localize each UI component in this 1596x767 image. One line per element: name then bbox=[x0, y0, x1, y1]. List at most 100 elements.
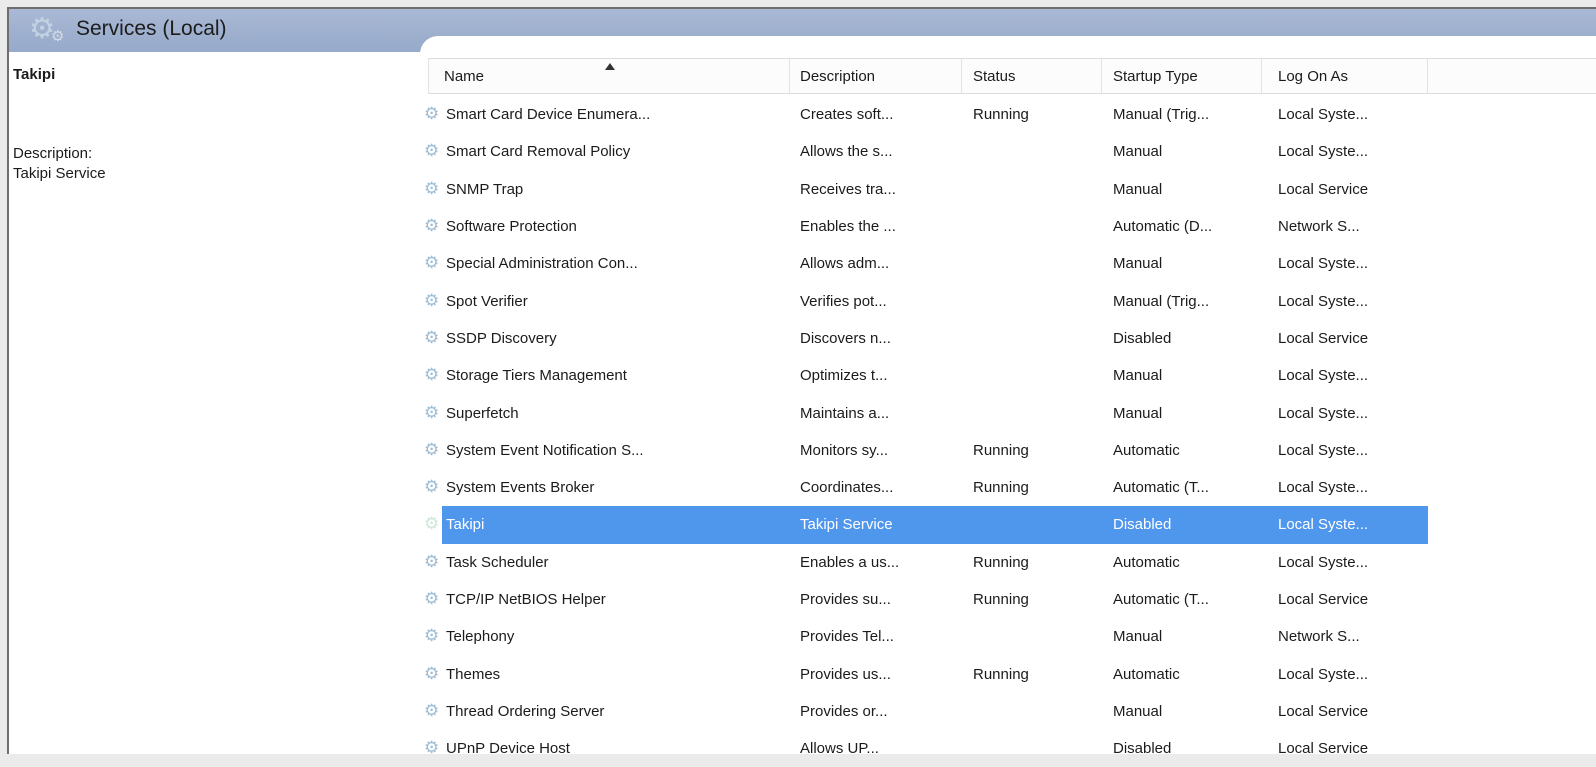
cell-log-on-as: Local Service bbox=[1262, 330, 1428, 347]
gear-icon: ⚙ bbox=[424, 367, 446, 384]
cell-name: ⚙ SNMP Trap bbox=[424, 181, 790, 198]
cell-description: Enables a us... bbox=[790, 554, 962, 571]
cell-name: ⚙ UPnP Device Host bbox=[424, 740, 790, 757]
cell-log-on-as: Local Syste... bbox=[1262, 255, 1428, 272]
service-row[interactable]: ⚙ Software Protection Enables the ... Au… bbox=[424, 208, 1428, 245]
cell-startup-type: Automatic (T... bbox=[1102, 591, 1262, 608]
column-header-label: Name bbox=[444, 68, 484, 85]
service-row[interactable]: ⚙ Superfetch Maintains a... Manual Local… bbox=[424, 394, 1428, 431]
gear-icon: ⚙ bbox=[424, 554, 446, 571]
column-header-status[interactable]: Status bbox=[962, 58, 1102, 94]
cell-description: Verifies pot... bbox=[790, 293, 962, 310]
cell-description: Discovers n... bbox=[790, 330, 962, 347]
gear-icon: ⚙ bbox=[424, 405, 446, 422]
column-header-description[interactable]: Description bbox=[790, 58, 962, 94]
gear-icon: ⚙ bbox=[424, 666, 446, 683]
column-header-name[interactable]: Name bbox=[428, 58, 790, 94]
selected-service-name: Takipi bbox=[13, 66, 420, 83]
column-header-log-on-as[interactable]: Log On As bbox=[1262, 58, 1428, 94]
gear-icon: ⚙ bbox=[424, 218, 446, 235]
service-row[interactable]: ⚙ Special Administration Con... Allows a… bbox=[424, 245, 1428, 282]
cell-status: Running bbox=[962, 479, 1102, 496]
gear-icon: ⚙ bbox=[424, 628, 446, 645]
cell-startup-type: Automatic bbox=[1102, 554, 1262, 571]
service-row[interactable]: ⚙ Storage Tiers Management Optimizes t..… bbox=[424, 357, 1428, 394]
cell-name: ⚙ Storage Tiers Management bbox=[424, 367, 790, 384]
service-row[interactable]: ⚙ TCP/IP NetBIOS Helper Provides su... R… bbox=[424, 581, 1428, 618]
service-name-text: Spot Verifier bbox=[446, 293, 528, 310]
cell-startup-type: Manual bbox=[1102, 255, 1262, 272]
cell-name: ⚙ Themes bbox=[424, 666, 790, 683]
cell-status: Running bbox=[962, 666, 1102, 683]
cell-status: Running bbox=[962, 106, 1102, 123]
gear-icon: ⚙ bbox=[424, 255, 446, 272]
gear-icon: ⚙ bbox=[424, 740, 446, 757]
column-header-startup-type[interactable]: Startup Type bbox=[1102, 58, 1262, 94]
table-header: Name Description Status Startup Type Log On … bbox=[428, 58, 1596, 94]
cell-log-on-as: Local Syste... bbox=[1262, 405, 1428, 422]
cell-log-on-as: Local Syste... bbox=[1262, 442, 1428, 459]
description-label: Description: bbox=[13, 145, 420, 162]
cell-startup-type: Manual bbox=[1102, 703, 1262, 720]
service-name-text: TCP/IP NetBIOS Helper bbox=[446, 591, 606, 608]
cell-log-on-as: Network S... bbox=[1262, 218, 1428, 235]
cell-description: Provides su... bbox=[790, 591, 962, 608]
cell-log-on-as: Local Syste... bbox=[1262, 516, 1428, 533]
service-name-text: UPnP Device Host bbox=[446, 740, 570, 757]
service-name-text: SNMP Trap bbox=[446, 181, 523, 198]
cell-name: ⚙ TCP/IP NetBIOS Helper bbox=[424, 591, 790, 608]
cell-name: ⚙ Thread Ordering Server bbox=[424, 703, 790, 720]
service-row[interactable]: ⚙ UPnP Device Host Allows UP... Disabled… bbox=[424, 730, 1428, 767]
cell-startup-type: Manual bbox=[1102, 405, 1262, 422]
gear-icon: ⚙ bbox=[424, 516, 446, 533]
cell-description: Receives tra... bbox=[790, 181, 962, 198]
service-row[interactable]: ⚙ Smart Card Removal Policy Allows the s… bbox=[424, 133, 1428, 170]
cell-log-on-as: Network S... bbox=[1262, 628, 1428, 645]
gear-icon: ⚙ bbox=[424, 143, 446, 160]
gear-icon: ⚙ bbox=[424, 181, 446, 198]
column-header-label: Status bbox=[973, 68, 1016, 85]
cell-log-on-as: Local Syste... bbox=[1262, 143, 1428, 160]
cell-description: Takipi Service bbox=[790, 516, 962, 533]
page-title: Services (Local) bbox=[76, 17, 227, 41]
service-row[interactable]: ⚙ Thread Ordering Server Provides or... … bbox=[424, 693, 1428, 730]
service-row[interactable]: ⚙ Task Scheduler Enables a us... Running… bbox=[424, 544, 1428, 581]
cell-name: ⚙ Takipi bbox=[424, 516, 790, 533]
service-name-text: Takipi bbox=[446, 516, 484, 533]
service-row[interactable]: ⚙ SNMP Trap Receives tra... Manual Local… bbox=[424, 171, 1428, 208]
cell-description: Maintains a... bbox=[790, 405, 962, 422]
cell-log-on-as: Local Service bbox=[1262, 591, 1428, 608]
cell-description: Allows adm... bbox=[790, 255, 962, 272]
cell-startup-type: Manual bbox=[1102, 367, 1262, 384]
gear-icon: ⚙ bbox=[51, 27, 64, 45]
service-row[interactable]: ⚙ Smart Card Device Enumera... Creates s… bbox=[424, 96, 1428, 133]
gear-icon: ⚙ bbox=[424, 330, 446, 347]
column-header-filler bbox=[1428, 58, 1596, 94]
cell-description: Optimizes t... bbox=[790, 367, 962, 384]
service-row[interactable]: ⚙ SSDP Discovery Discovers n... Disabled… bbox=[424, 320, 1428, 357]
service-name-text: System Event Notification S... bbox=[446, 442, 644, 459]
cell-log-on-as: Local Syste... bbox=[1262, 666, 1428, 683]
service-row[interactable]: ⚙ System Events Broker Coordinates... Ru… bbox=[424, 469, 1428, 506]
service-row[interactable]: ⚙ Themes Provides us... Running Automati… bbox=[424, 655, 1428, 692]
services-logo-icon: ⚙ ⚙ bbox=[29, 13, 71, 51]
service-row[interactable]: ⚙ Telephony Provides Tel... Manual Netwo… bbox=[424, 618, 1428, 655]
gear-icon: ⚙ bbox=[424, 106, 446, 123]
column-header-label: Startup Type bbox=[1113, 68, 1198, 85]
service-row[interactable]: ⚙ Spot Verifier Verifies pot... Manual (… bbox=[424, 282, 1428, 319]
cell-status: Running bbox=[962, 591, 1102, 608]
cell-log-on-as: Local Syste... bbox=[1262, 367, 1428, 384]
cell-startup-type: Disabled bbox=[1102, 516, 1262, 533]
service-row[interactable]: ⚙ System Event Notification S... Monitor… bbox=[424, 432, 1428, 469]
cell-name: ⚙ System Events Broker bbox=[424, 479, 790, 496]
window-frame: ⚙ ⚙ Services (Local) Takipi Description:… bbox=[7, 7, 1596, 754]
gear-icon: ⚙ bbox=[424, 293, 446, 310]
service-row[interactable]: ⚙ Takipi Takipi Service Disabled Local S… bbox=[424, 506, 1428, 543]
service-description: Takipi Service bbox=[13, 165, 420, 182]
cell-startup-type: Manual bbox=[1102, 181, 1262, 198]
service-name-text: Themes bbox=[446, 666, 500, 683]
cell-startup-type: Automatic (D... bbox=[1102, 218, 1262, 235]
gear-icon: ⚙ bbox=[424, 703, 446, 720]
services-table-body: ⚙ Smart Card Device Enumera... Creates s… bbox=[424, 96, 1428, 767]
cell-startup-type: Automatic (T... bbox=[1102, 479, 1262, 496]
